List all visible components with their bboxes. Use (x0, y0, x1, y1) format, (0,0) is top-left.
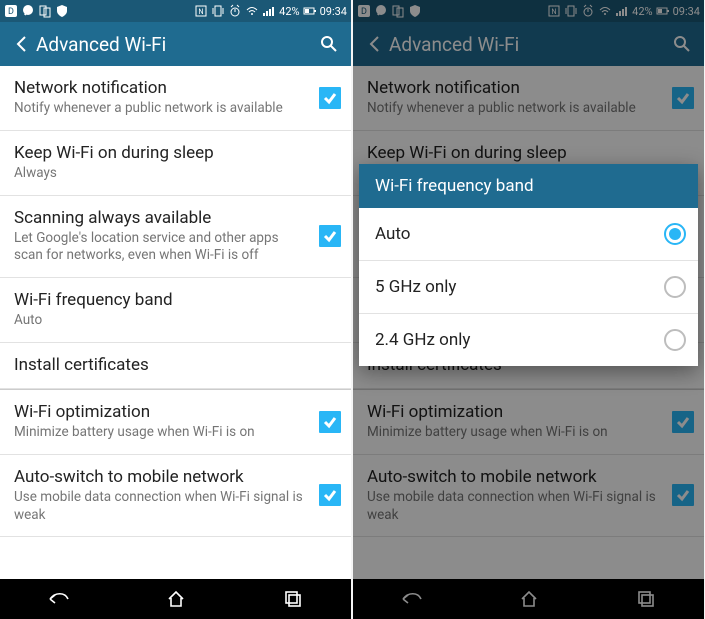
svg-text:N: N (199, 8, 204, 16)
messenger-icon (21, 4, 35, 18)
checkbox-checked-icon[interactable] (319, 225, 341, 247)
setting-title: Auto-switch to mobile network (14, 467, 307, 488)
radio-unselected-icon[interactable] (664, 329, 686, 351)
battery-text: 42% (279, 5, 299, 18)
setting-sub: Always (14, 165, 307, 183)
setting-wifi-optimization[interactable]: Wi-Fi optimization Minimize battery usag… (0, 389, 351, 455)
option-label: 5 GHz only (375, 277, 456, 297)
wifi-icon (245, 4, 259, 18)
setting-frequency-band[interactable]: Wi-Fi frequency band Auto (0, 278, 351, 343)
frequency-band-dialog: Wi-Fi frequency band Auto 5 GHz only 2.4… (359, 164, 698, 366)
option-label: Auto (375, 224, 410, 244)
checkbox-checked-icon[interactable] (319, 411, 341, 433)
app-bar: Advanced Wi-Fi (0, 22, 351, 66)
clock-text: 09:34 (320, 5, 347, 18)
setting-title: Keep Wi-Fi on during sleep (14, 143, 307, 164)
setting-title: Wi-Fi optimization (14, 402, 307, 423)
setting-title: Scanning always available (14, 208, 307, 229)
setting-auto-switch[interactable]: Auto-switch to mobile network Use mobile… (0, 455, 351, 537)
checkbox-checked-icon[interactable] (319, 87, 341, 109)
shield-icon (55, 4, 69, 18)
vibrate-icon (211, 4, 225, 18)
radio-unselected-icon[interactable] (664, 276, 686, 298)
setting-network-notification[interactable]: Network notification Notify whenever a p… (0, 66, 351, 131)
page-title: Advanced Wi-Fi (36, 33, 315, 56)
setting-keep-wifi-on[interactable]: Keep Wi-Fi on during sleep Always (0, 131, 351, 196)
nav-recents-button[interactable] (263, 579, 323, 619)
setting-title: Wi-Fi frequency band (14, 290, 307, 311)
devices-icon (38, 4, 52, 18)
setting-scanning-always[interactable]: Scanning always available Let Google's l… (0, 196, 351, 278)
navigation-bar (0, 579, 351, 619)
nav-home-button[interactable] (146, 579, 206, 619)
setting-sub: Use mobile data connection when Wi-Fi si… (14, 489, 307, 524)
dialog-title: Wi-Fi frequency band (359, 164, 698, 208)
alarm-icon (228, 4, 242, 18)
signal-icon (262, 4, 276, 18)
radio-selected-icon[interactable] (664, 223, 686, 245)
setting-title: Install certificates (14, 355, 307, 376)
search-button[interactable] (315, 34, 343, 54)
setting-install-certificates[interactable]: Install certificates (0, 343, 351, 389)
setting-sub: Notify whenever a public network is avai… (14, 100, 307, 118)
setting-sub: Auto (14, 312, 307, 330)
dialog-option-auto[interactable]: Auto (359, 208, 698, 261)
nav-back-button[interactable] (29, 579, 89, 619)
nfc-icon: N (194, 4, 208, 18)
dialog-option-2-4ghz[interactable]: 2.4 GHz only (359, 314, 698, 366)
dialog-option-5ghz[interactable]: 5 GHz only (359, 261, 698, 314)
setting-title: Network notification (14, 78, 307, 99)
setting-sub: Let Google's location service and other … (14, 230, 307, 265)
status-bar: D N 42% 09:34 (0, 0, 351, 22)
battery-icon (303, 4, 317, 18)
htc-badge-icon: D (4, 4, 18, 18)
svg-text:D: D (8, 7, 14, 17)
checkbox-checked-icon[interactable] (319, 484, 341, 506)
back-button[interactable] (8, 35, 36, 53)
setting-sub: Minimize battery usage when Wi-Fi is on (14, 424, 307, 442)
settings-list: Network notification Notify whenever a p… (0, 66, 351, 579)
option-label: 2.4 GHz only (375, 330, 470, 350)
